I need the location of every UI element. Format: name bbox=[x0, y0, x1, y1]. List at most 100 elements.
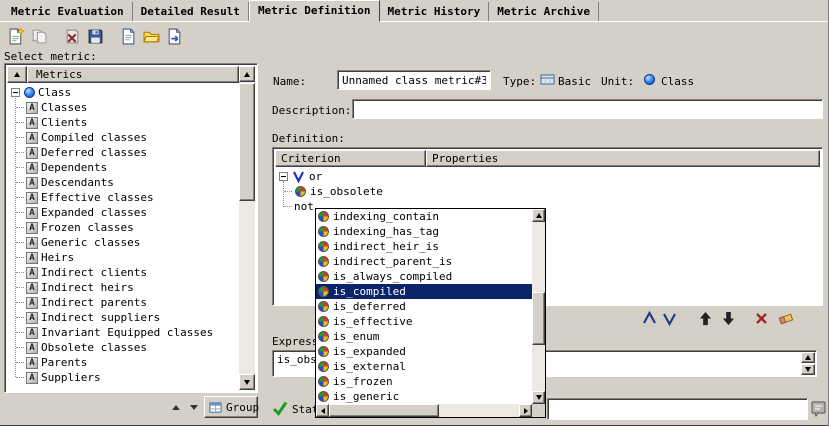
sort-ascending-header[interactable] bbox=[7, 66, 27, 83]
dropdown-horizontal-scrollbar[interactable] bbox=[316, 404, 532, 417]
tree-item[interactable]: Generic classes bbox=[7, 235, 239, 250]
open-metric-file-button[interactable] bbox=[140, 25, 163, 48]
tree-item[interactable]: Effective classes bbox=[7, 190, 239, 205]
dropdown-item[interactable]: is_enum bbox=[316, 329, 532, 344]
tab-metric-archive[interactable]: Metric Archive bbox=[489, 2, 599, 21]
erase-criterion-button[interactable] bbox=[776, 309, 795, 328]
dropdown-item[interactable]: indirect_parent_is bbox=[316, 254, 532, 269]
move-criterion-up-button[interactable] bbox=[696, 309, 715, 328]
tree-item[interactable]: Indirect parents bbox=[7, 295, 239, 310]
dropdown-item[interactable]: is_deferred bbox=[316, 299, 532, 314]
new-metric-button[interactable] bbox=[5, 25, 28, 48]
duplicate-metric-button[interactable] bbox=[28, 25, 51, 48]
tree-item[interactable]: Dependents bbox=[7, 160, 239, 175]
scroll-right-icon bbox=[524, 408, 528, 414]
tree-item[interactable]: Parents bbox=[7, 355, 239, 370]
or-operator-icon bbox=[292, 170, 305, 183]
status-field[interactable] bbox=[547, 398, 808, 420]
metric-tree-body: Class Classes Clients Compiled classes D… bbox=[7, 83, 239, 390]
scroll-up-button[interactable] bbox=[239, 66, 255, 82]
scroll-up-button[interactable] bbox=[532, 209, 545, 222]
class-unit-icon bbox=[644, 74, 655, 85]
tree-item[interactable]: Classes bbox=[7, 100, 239, 115]
dropdown-hscrollbar-thumb[interactable] bbox=[329, 404, 439, 417]
tree-item[interactable]: Deferred classes bbox=[7, 145, 239, 160]
dropdown-scrollbar-thumb[interactable] bbox=[532, 292, 545, 345]
name-field[interactable] bbox=[337, 70, 491, 90]
definition-row-criterion[interactable]: is_obsolete bbox=[275, 184, 820, 199]
dropdown-item[interactable]: indirect_heir_is bbox=[316, 239, 532, 254]
expression-scroll-down-button[interactable] bbox=[801, 364, 815, 375]
dropdown-item[interactable]: is_always_compiled bbox=[316, 269, 532, 284]
and-operator-button[interactable] bbox=[640, 309, 659, 328]
scroll-up-icon bbox=[536, 213, 542, 218]
collapse-icon[interactable] bbox=[11, 88, 20, 97]
dropdown-item[interactable]: is_generic bbox=[316, 389, 532, 404]
tree-item[interactable]: Compiled classes bbox=[7, 130, 239, 145]
dropdown-item[interactable]: is_external bbox=[316, 359, 532, 374]
toolbar-separator bbox=[51, 25, 61, 48]
tree-root-class[interactable]: Class bbox=[7, 85, 239, 100]
tree-item[interactable]: Indirect clients bbox=[7, 265, 239, 280]
properties-column-header[interactable]: Properties bbox=[426, 150, 820, 167]
metrics-column-header[interactable]: Metrics bbox=[27, 66, 239, 83]
move-metric-up-button[interactable] bbox=[168, 399, 184, 415]
dropdown-item[interactable]: is_effective bbox=[316, 314, 532, 329]
metric-icon bbox=[26, 252, 38, 264]
export-metric-button[interactable] bbox=[163, 25, 186, 48]
metric-icon bbox=[26, 117, 38, 129]
tree-item[interactable]: Indirect suppliers bbox=[7, 310, 239, 325]
dropdown-item[interactable]: is_frozen bbox=[316, 374, 532, 389]
or-operator-button[interactable] bbox=[660, 309, 679, 328]
unit-value: Class bbox=[661, 75, 694, 88]
tree-connector-line bbox=[283, 181, 284, 207]
tree-item[interactable]: Descendants bbox=[7, 175, 239, 190]
collapse-icon[interactable] bbox=[279, 172, 288, 181]
delete-metric-button[interactable] bbox=[61, 25, 84, 48]
expression-scroll-up-button[interactable] bbox=[801, 352, 815, 363]
description-label: Description: bbox=[272, 104, 351, 117]
toolbar-separator bbox=[107, 25, 117, 48]
tree-item[interactable]: Indirect heirs bbox=[7, 280, 239, 295]
scroll-left-button[interactable] bbox=[316, 404, 329, 417]
tab-metric-evaluation[interactable]: Metric Evaluation bbox=[3, 2, 133, 21]
tree-scrollbar[interactable] bbox=[239, 66, 255, 390]
dropdown-item[interactable]: indexing_contain bbox=[316, 209, 532, 224]
move-criterion-down-button[interactable] bbox=[719, 309, 738, 328]
tab-metric-definition[interactable]: Metric Definition bbox=[249, 0, 380, 22]
scroll-down-button[interactable] bbox=[239, 374, 255, 390]
tree-scrollbar-thumb[interactable] bbox=[239, 83, 255, 201]
tree-item[interactable]: Obsolete classes bbox=[7, 340, 239, 355]
comment-icon[interactable] bbox=[811, 400, 827, 417]
tree-item[interactable]: Clients bbox=[7, 115, 239, 130]
scroll-right-button[interactable] bbox=[519, 404, 532, 417]
save-metric-button[interactable] bbox=[84, 25, 107, 48]
dropdown-item[interactable]: is_expanded bbox=[316, 344, 532, 359]
criterion-column-header[interactable]: Criterion bbox=[275, 150, 426, 167]
tab-detailed-result[interactable]: Detailed Result bbox=[133, 2, 249, 21]
delete-metric-icon bbox=[64, 28, 81, 45]
new-metric-icon bbox=[8, 28, 25, 45]
dropdown-vertical-scrollbar[interactable] bbox=[532, 209, 545, 404]
eraser-icon bbox=[778, 311, 794, 327]
tree-item[interactable]: Invariant Equipped classes bbox=[7, 325, 239, 340]
dropdown-item[interactable]: indexing_has_tag bbox=[316, 224, 532, 239]
tree-item[interactable]: Suppliers bbox=[7, 370, 239, 385]
metric-icon bbox=[26, 192, 38, 204]
tree-item[interactable]: Expanded classes bbox=[7, 205, 239, 220]
group-toggle-button[interactable]: Group bbox=[204, 396, 258, 418]
description-field[interactable] bbox=[352, 99, 823, 119]
metric-icon bbox=[26, 222, 38, 234]
delete-criterion-button[interactable] bbox=[752, 309, 771, 328]
metric-tree-panel: Metrics Class Classes Clients Compiled c… bbox=[4, 63, 258, 393]
new-file-button[interactable] bbox=[117, 25, 140, 48]
dropdown-item-selected[interactable]: is_compiled bbox=[316, 284, 532, 299]
tree-item[interactable]: Frozen classes bbox=[7, 220, 239, 235]
tab-metric-history[interactable]: Metric History bbox=[380, 2, 490, 21]
sort-ascending-icon bbox=[14, 72, 20, 77]
metric-toolbar bbox=[5, 24, 186, 48]
move-metric-down-button[interactable] bbox=[186, 399, 202, 415]
definition-row-or[interactable]: or bbox=[275, 169, 820, 184]
scroll-down-button[interactable] bbox=[532, 391, 545, 404]
tree-item[interactable]: Heirs bbox=[7, 250, 239, 265]
